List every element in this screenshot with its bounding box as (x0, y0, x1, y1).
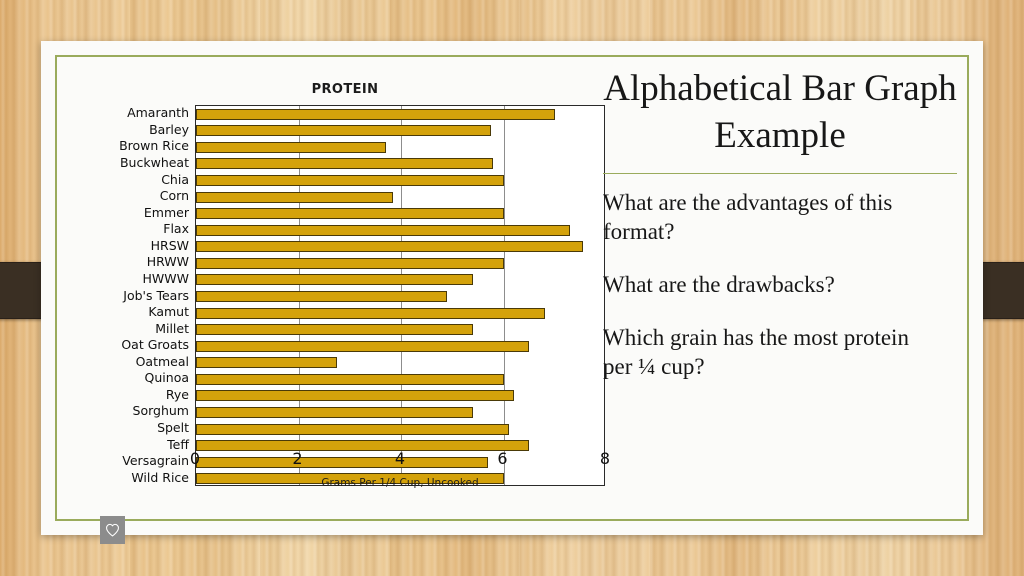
category-axis: Amaranth Barley Brown Rice Buckwheat Chia Cor… (67, 105, 193, 486)
bar (196, 175, 504, 187)
category-label: Rye (165, 386, 189, 402)
bar (196, 125, 491, 137)
category-label: Job's Tears (123, 287, 189, 303)
category-label: Brown Rice (119, 138, 189, 154)
bar (196, 241, 583, 253)
heart-icon (100, 516, 125, 544)
category-label: HWWW (142, 270, 189, 286)
page-title: Alphabetical Bar Graph Example (603, 68, 957, 156)
text-panel: Alphabetical Bar Graph Example What are … (597, 61, 963, 516)
bar (196, 158, 494, 170)
category-label: Spelt (157, 420, 189, 436)
bar (196, 357, 337, 369)
slide: PROTEIN Amaranth Barley Brown Rice Buckwhea… (41, 41, 983, 544)
bar (196, 324, 473, 336)
question-list: What are the advantages of this format? W… (603, 188, 963, 381)
category-label: Versagrain (122, 453, 189, 469)
bar (196, 274, 473, 286)
chart-title: PROTEIN (311, 82, 379, 97)
plot-area (195, 105, 605, 486)
bar (196, 390, 514, 402)
category-label: Teff (167, 436, 189, 452)
category-label: Quinoa (144, 370, 189, 386)
question-text: Which grain has the most protein per ¼ c… (603, 325, 909, 379)
question-text: What are the advantages of this format? (603, 190, 893, 244)
bar (196, 307, 545, 319)
chart-plot-wrap: Amaranth Barley Brown Rice Buckwheat Chia Cor… (67, 105, 623, 486)
category-label: HRWW (146, 254, 189, 270)
category-label: Oat Groats (121, 337, 189, 353)
bar (196, 406, 473, 418)
bar (196, 224, 571, 236)
x-axis-ticks: 02468 (190, 449, 610, 475)
bar (196, 291, 448, 302)
category-label: Chia (161, 171, 189, 187)
bar (196, 108, 555, 120)
category-label: Emmer (143, 204, 189, 220)
bar (196, 373, 504, 385)
category-label: Flax (163, 221, 189, 237)
bar (196, 257, 504, 269)
bar (196, 340, 530, 352)
x-tick-label: 0 (189, 449, 201, 468)
question-text: What are the drawbacks? (603, 272, 835, 297)
category-label: Kamut (148, 304, 189, 320)
category-label: Sorghum (132, 403, 189, 419)
category-label: HRSW (150, 237, 189, 253)
bar (196, 208, 504, 220)
category-label: Amaranth (127, 105, 189, 121)
bar (196, 191, 394, 203)
category-label: Buckwheat (119, 154, 189, 170)
bar (196, 141, 386, 153)
title-divider (603, 173, 957, 174)
x-axis-label: Grams Per 1/4 Cup, Uncooked (321, 477, 479, 489)
category-label: Oatmeal (135, 353, 189, 369)
bar (196, 423, 509, 435)
protein-bar-chart: PROTEIN Amaranth Barley Brown Rice Buckwhea… (67, 67, 623, 544)
category-label: Millet (155, 320, 189, 336)
category-label: Barley (149, 121, 189, 137)
x-tick-label: 6 (497, 449, 508, 468)
category-label: Corn (159, 188, 189, 204)
x-tick-label: 4 (394, 449, 406, 468)
slide-content: PROTEIN Amaranth Barley Brown Rice Buckwhea… (41, 41, 983, 544)
category-label: Wild Rice (131, 469, 189, 485)
x-tick-label: 2 (292, 449, 303, 468)
